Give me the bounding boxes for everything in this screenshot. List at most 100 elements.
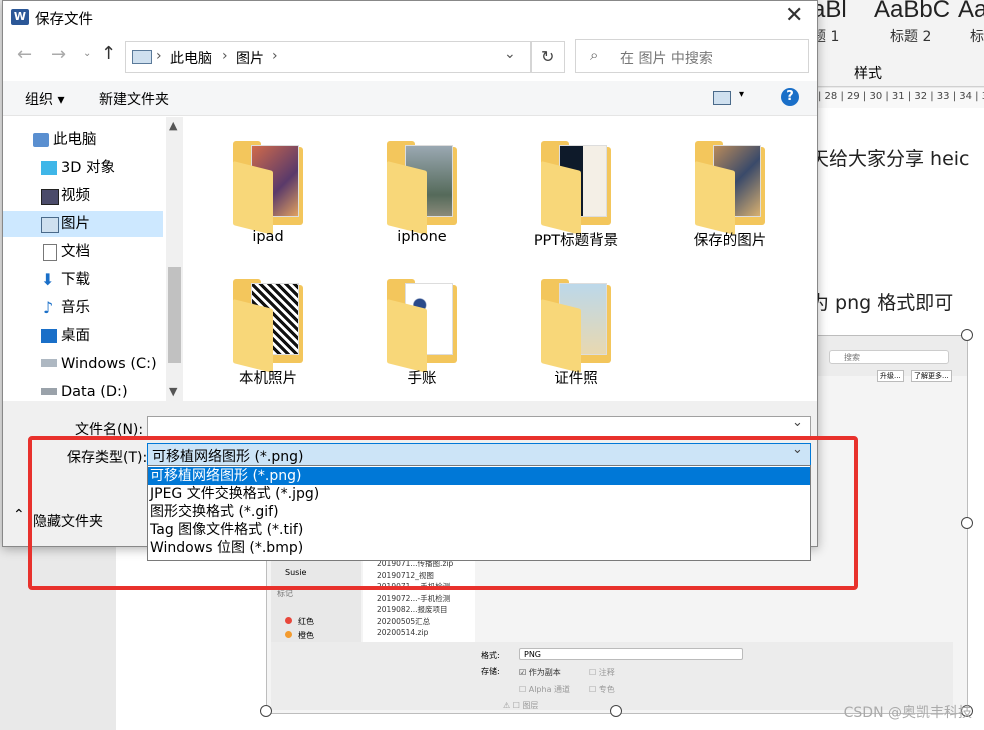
sidebar-item-desktop[interactable]: 桌面	[3, 323, 163, 349]
styles-group-label: 样式	[854, 66, 882, 82]
embedded-spot-text: 专色	[598, 685, 615, 694]
scroll-down-arrow-icon[interactable]: ▼	[169, 385, 177, 398]
embedded-format-value: PNG	[524, 650, 542, 659]
folder-item[interactable]: 手账	[347, 263, 497, 393]
resize-handle-bottom[interactable]	[610, 705, 622, 717]
embedded-sidebar-orange: 橙色	[285, 630, 314, 641]
view-options-icon[interactable]	[713, 91, 731, 105]
folder-label: 本机照片	[239, 371, 297, 387]
filename-chevron-icon[interactable]: ⌄	[792, 415, 803, 430]
folder-label: ipad	[252, 229, 284, 245]
embedded-sidebar-red-text: 红色	[298, 617, 314, 626]
folder-item[interactable]: 证件照	[501, 263, 651, 393]
embedded-upgrade-btn: 升级...	[877, 370, 904, 382]
folder-label: 保存的图片	[693, 233, 767, 249]
navigation-pane: 此电脑 3D 对象 视频 图片 文档 ⬇ 下载 ♪ 音乐 桌面 Windows …	[3, 117, 183, 401]
back-arrow-icon[interactable]: ←	[17, 44, 32, 65]
embedded-file-5: 20200505汇总	[377, 616, 431, 626]
organize-button[interactable]: 组织 ▾	[25, 89, 64, 109]
refresh-button[interactable]: ↻	[531, 41, 565, 73]
folder-item[interactable]: ipad	[193, 125, 343, 255]
embedded-layers-text: 图层	[522, 701, 539, 710]
pictures-icon	[41, 217, 59, 233]
sidebar-label: 3D 对象	[61, 160, 115, 176]
sidebar-item-videos[interactable]: 视频	[3, 183, 163, 209]
folder-item[interactable]: 保存的图片	[655, 125, 805, 255]
navigation-bar: ← → ⌄ ↑ › 此电脑 › 图片 › ⌄ ↻ ⌕ 在 图片 中搜索	[3, 37, 817, 77]
resize-handle-bottom-left[interactable]	[260, 705, 272, 717]
style-heading2-preview[interactable]: AaBbC	[874, 0, 950, 24]
search-input[interactable]: ⌕ 在 图片 中搜索	[575, 39, 809, 73]
folder-label: 证件照	[554, 371, 598, 387]
view-dropdown-chevron-icon[interactable]: ▾	[739, 89, 744, 100]
address-dropdown-chevron-icon[interactable]: ⌄	[504, 46, 516, 62]
breadcrumb-pictures[interactable]: 图片	[236, 48, 264, 68]
folder-label: iphone	[397, 229, 447, 245]
doc-text-line2: 为 png 格式即可	[810, 292, 954, 314]
embedded-search-text: 搜索	[844, 353, 860, 362]
embedded-as-copy: ☑ 作为副本	[519, 668, 561, 677]
sidebar-item-documents[interactable]: 文档	[3, 239, 163, 265]
scrollbar-thumb[interactable]	[168, 267, 181, 363]
dialog-title: 保存文件	[35, 12, 93, 28]
breadcrumb-separator-icon: ›	[156, 48, 162, 64]
dialog-titlebar: W 保存文件 ✕	[3, 1, 817, 33]
help-icon[interactable]: ?	[781, 88, 799, 106]
folder-item[interactable]: iphone	[347, 125, 497, 255]
sidebar-item-pictures[interactable]: 图片	[3, 211, 163, 237]
style-title-label: 标	[970, 29, 984, 45]
embedded-more-text: 了解更多...	[914, 372, 949, 380]
sidebar-label: 图片	[61, 216, 90, 232]
embedded-file-6: 20200514.zip	[377, 628, 429, 637]
windows-drive-icon	[41, 359, 57, 367]
address-bar[interactable]: › 此电脑 › 图片 › ⌄	[125, 41, 531, 73]
embedded-format-select: PNG	[519, 648, 743, 660]
style-heading2-label: 标题 2	[890, 29, 932, 45]
style-title-preview[interactable]: Aa	[958, 0, 984, 24]
collapse-chevron-icon[interactable]: ⌃	[13, 507, 25, 523]
embedded-more-btn: 了解更多...	[911, 370, 952, 382]
sidebar-label: 此电脑	[53, 132, 97, 148]
sidebar-scrollbar[interactable]: ▲ ▼	[166, 117, 183, 401]
close-icon[interactable]: ✕	[785, 3, 803, 28]
sidebar-item-downloads[interactable]: ⬇ 下载	[3, 267, 163, 293]
embedded-as-copy-text: 作为副本	[528, 668, 561, 677]
sidebar-label: 下载	[61, 272, 90, 288]
embedded-spot: ☐ 专色	[589, 685, 615, 694]
breadcrumb-separator-icon: ›	[272, 48, 278, 64]
music-note-icon: ♪	[43, 298, 54, 317]
ruler-numbers: | 28 | 29 | 30 | 31 | 32 | 33 | 34 | 35 …	[818, 91, 984, 102]
recent-locations-chevron-icon[interactable]: ⌄	[83, 48, 91, 59]
folder-item[interactable]: PPT标题背景	[501, 125, 651, 255]
forward-arrow-icon[interactable]: →	[51, 44, 66, 65]
sidebar-label: 视频	[61, 188, 90, 204]
film-icon	[41, 189, 59, 205]
sidebar-item-drive-c[interactable]: Windows (C:)	[3, 351, 163, 377]
up-arrow-icon[interactable]: ↑	[101, 43, 116, 64]
document-icon	[43, 244, 57, 261]
embedded-annotation-text: 注释	[598, 668, 615, 677]
embedded-upgrade-text: 升级...	[880, 372, 901, 380]
doc-text-line1: 天给大家分享 heic	[810, 148, 970, 170]
scroll-up-arrow-icon[interactable]: ▲	[169, 119, 177, 132]
resize-handle-top-right[interactable]	[961, 329, 973, 341]
sidebar-label: 音乐	[61, 300, 90, 316]
sidebar-label: Windows (C:)	[61, 356, 157, 372]
embedded-alpha: ☐ Alpha 通道	[519, 685, 571, 694]
sidebar-item-music[interactable]: ♪ 音乐	[3, 295, 163, 321]
embedded-layers: ⚠ ☐ 图层	[503, 701, 539, 710]
drive-icon	[41, 388, 57, 395]
folder-label: 手账	[407, 371, 437, 387]
sidebar-label: 桌面	[61, 328, 90, 344]
resize-handle-right[interactable]	[961, 517, 973, 529]
word-ribbon: aBl AaBbC Aa 题 1 标题 2 标 样式	[810, 0, 984, 87]
folder-item[interactable]: 本机照片	[193, 263, 343, 393]
desktop-icon	[41, 329, 57, 343]
sidebar-label: 文档	[61, 244, 90, 260]
embedded-format-label: 格式:	[481, 651, 500, 660]
new-folder-button[interactable]: 新建文件夹	[99, 89, 169, 109]
breadcrumb-this-pc[interactable]: 此电脑	[170, 48, 212, 68]
sidebar-item-this-pc[interactable]: 此电脑	[3, 127, 163, 153]
sidebar-item-3d-objects[interactable]: 3D 对象	[3, 155, 163, 181]
dialog-toolbar: 组织 ▾ 新建文件夹 ▾ ?	[3, 81, 817, 116]
